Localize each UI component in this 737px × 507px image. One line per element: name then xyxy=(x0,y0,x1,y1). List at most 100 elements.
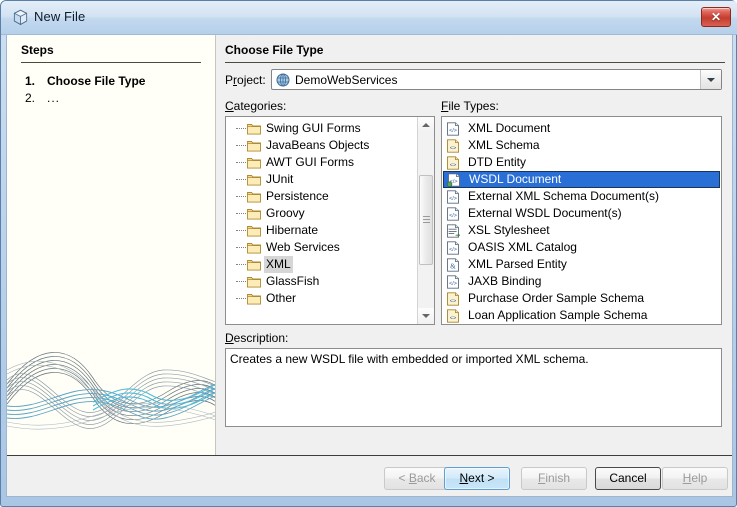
filetype-label: OASIS XML Catalog xyxy=(468,240,577,254)
dialog-client-area: Steps 1. Choose File Type 2. ... Choose … xyxy=(6,35,733,497)
filetype-item[interactable]: <> Loan Application Sample Schema xyxy=(442,307,721,324)
filetype-label: Loan Application Sample Schema xyxy=(468,308,648,322)
filetypes-label: File Types: xyxy=(441,99,499,113)
categories-listbox[interactable]: Swing GUI Forms JavaBeans Objects AWT GUI … xyxy=(225,116,435,325)
folder-icon xyxy=(247,156,261,169)
wsdl-doc-icon: </> xyxy=(446,173,461,187)
category-item[interactable]: Persistence xyxy=(226,188,418,205)
folder-icon xyxy=(247,275,261,288)
tree-connector-icon xyxy=(236,264,246,266)
next-button[interactable]: Next > xyxy=(444,467,510,490)
help-button[interactable]: Help xyxy=(662,467,728,490)
folder-icon xyxy=(247,190,261,203)
description-label: Description: xyxy=(225,331,289,345)
category-item[interactable]: AWT GUI Forms xyxy=(226,154,418,171)
xml-doc-icon: </> xyxy=(446,275,460,289)
filetypes-listbox[interactable]: </> XML Document <> XML Schema <> DTD Entity <… xyxy=(441,116,722,325)
category-item[interactable]: XML xyxy=(226,256,418,273)
globe-icon xyxy=(276,73,290,87)
category-item[interactable]: Hibernate xyxy=(226,222,418,239)
filetype-label: XML Schema xyxy=(468,138,540,152)
categories-scrollbar[interactable] xyxy=(417,117,434,324)
category-label: Swing GUI Forms xyxy=(266,121,361,135)
filetype-item[interactable]: </> External XML Schema Document(s) xyxy=(442,188,721,205)
step-label: Choose File Type xyxy=(47,74,146,88)
tree-connector-icon xyxy=(236,213,246,215)
filetype-item[interactable]: </> JAXB Binding xyxy=(442,273,721,290)
filetype-item[interactable]: & XML Parsed Entity xyxy=(442,256,721,273)
page-title: Choose File Type xyxy=(225,43,324,57)
xml-doc-icon: </> xyxy=(446,122,460,136)
step-label: ... xyxy=(47,91,61,105)
project-dropdown-arrow[interactable] xyxy=(700,70,721,89)
category-label: Hibernate xyxy=(266,223,319,237)
svg-text:<>: <> xyxy=(450,315,457,321)
folder-icon xyxy=(247,139,261,152)
category-label: Groovy xyxy=(266,206,305,220)
category-item[interactable]: GlassFish xyxy=(226,273,418,290)
xml-schema-icon: <> xyxy=(446,139,460,153)
filetype-item[interactable]: XSL Stylesheet xyxy=(442,222,721,239)
xsl-stylesheet-icon xyxy=(446,224,461,238)
tree-connector-icon xyxy=(236,196,246,198)
steps-panel: Steps 1. Choose File Type 2. ... xyxy=(7,35,216,456)
xml-schema-icon: <> xyxy=(446,309,460,323)
content-divider xyxy=(225,62,725,63)
cube-icon xyxy=(12,9,29,26)
scroll-down-icon[interactable] xyxy=(418,308,434,324)
finish-button[interactable]: Finish xyxy=(521,467,587,490)
category-label: Other xyxy=(266,291,297,305)
category-item[interactable]: Web Services xyxy=(226,239,418,256)
category-item[interactable]: Groovy xyxy=(226,205,418,222)
category-item[interactable]: JUnit xyxy=(226,171,418,188)
dtd-entity-icon: <> xyxy=(446,156,460,170)
tree-connector-icon xyxy=(236,247,246,249)
category-label: JavaBeans Objects xyxy=(266,138,370,152)
project-combobox[interactable]: DemoWebServices xyxy=(271,69,722,90)
folder-icon xyxy=(247,207,261,220)
xml-entity-icon: & xyxy=(446,258,460,272)
back-button[interactable]: < Back xyxy=(384,467,450,490)
project-value: DemoWebServices xyxy=(295,73,398,87)
xml-doc-icon: </> xyxy=(446,241,460,255)
category-label: XML xyxy=(264,256,293,273)
description-box: Creates a new WSDL file with embedded or… xyxy=(225,348,722,427)
svg-text:</>: </> xyxy=(449,247,457,253)
filetype-label: XML Parsed Entity xyxy=(468,257,567,271)
close-button[interactable]: ✕ xyxy=(701,7,731,27)
filetype-label: JAXB Binding xyxy=(468,274,542,288)
filetype-label: WSDL Document xyxy=(469,172,562,186)
grip-icon xyxy=(423,216,430,223)
category-item[interactable]: Swing GUI Forms xyxy=(226,120,418,137)
steps-divider xyxy=(21,62,201,63)
cancel-button[interactable]: Cancel xyxy=(595,467,661,490)
filetype-item[interactable]: </> XML Document xyxy=(442,120,721,137)
window-title: New File xyxy=(34,9,86,24)
svg-text:<>: <> xyxy=(450,162,457,168)
scrollbar-thumb[interactable] xyxy=(419,175,433,265)
title-bar: New File ✕ xyxy=(1,1,737,35)
category-item[interactable]: JavaBeans Objects xyxy=(226,137,418,154)
tree-connector-icon xyxy=(236,298,246,300)
filetype-item[interactable]: <> Purchase Order Sample Schema xyxy=(442,290,721,307)
svg-text:<>: <> xyxy=(450,298,457,304)
scroll-up-icon[interactable] xyxy=(418,117,434,133)
filetype-item[interactable]: <> XML Schema xyxy=(442,137,721,154)
category-item[interactable]: Other xyxy=(226,290,418,307)
filetype-label: DTD Entity xyxy=(468,155,527,169)
category-label: Persistence xyxy=(266,189,329,203)
decorative-wave-graphic xyxy=(7,326,215,456)
filetype-item[interactable]: </> External WSDL Document(s) xyxy=(442,205,721,222)
tree-connector-icon xyxy=(236,281,246,283)
filetype-item[interactable]: </> OASIS XML Catalog xyxy=(442,239,721,256)
filetype-label: External WSDL Document(s) xyxy=(468,206,622,220)
categories-label: Categories: xyxy=(225,99,287,113)
folder-icon xyxy=(247,241,261,254)
steps-heading: Steps xyxy=(21,43,54,57)
xml-doc-icon: </> xyxy=(446,190,460,204)
filetype-item[interactable]: <> DTD Entity xyxy=(442,154,721,171)
category-label: AWT GUI Forms xyxy=(266,155,354,169)
folder-icon xyxy=(247,292,261,305)
filetype-item[interactable]: </> WSDL Document xyxy=(443,171,720,188)
folder-icon xyxy=(247,258,261,271)
